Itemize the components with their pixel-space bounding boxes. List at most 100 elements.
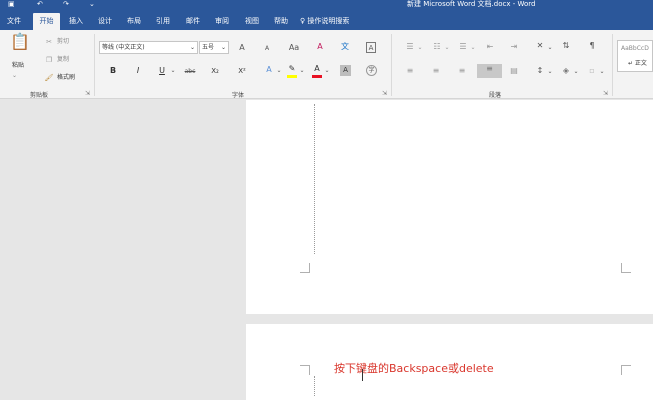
chevron-down-icon[interactable]: ⌄ — [547, 43, 553, 53]
chevron-down-icon[interactable]: ⌄ — [324, 66, 330, 76]
save-icon[interactable]: ▣ — [8, 0, 15, 9]
strikethrough-button[interactable]: abc — [183, 67, 197, 77]
chevron-down-icon[interactable]: ⌄ — [599, 67, 605, 77]
chevron-down-icon[interactable]: ⌄ — [170, 66, 176, 76]
chevron-down-icon[interactable]: ⌄ — [573, 67, 579, 77]
copy-label[interactable]: 复制 — [57, 56, 69, 64]
chevron-down-icon[interactable]: ⌄ — [470, 43, 476, 53]
styles-gallery[interactable]: AaBbCcD ↵ 正文 — [617, 40, 653, 72]
font-color-bar — [312, 75, 322, 78]
customize-icon[interactable]: ⌄ — [89, 0, 95, 9]
clear-format-icon[interactable]: A — [315, 42, 325, 52]
chevron-down-icon[interactable]: ⌄ — [444, 43, 450, 53]
decrease-indent-icon[interactable]: ⇤ — [484, 42, 496, 52]
tab-layout[interactable]: 布局 — [122, 13, 146, 30]
bullets-icon[interactable]: ☰ — [404, 42, 416, 52]
chevron-down-icon[interactable]: ⌄ — [299, 66, 305, 76]
show-marks-icon[interactable]: ¶ — [586, 41, 598, 51]
style-normal-label: ↵ 正文 — [628, 60, 647, 67]
superscript-button[interactable]: X² — [236, 66, 248, 76]
page-1[interactable] — [246, 100, 653, 314]
chevron-down-icon[interactable]: ⌄ — [547, 67, 553, 77]
enclose-char-icon[interactable]: 字 — [366, 65, 377, 76]
margin-corner — [300, 365, 310, 375]
tab-review[interactable]: 审阅 — [210, 13, 234, 30]
char-border-icon[interactable]: A — [366, 42, 376, 53]
format-painter-icon[interactable]: 🖌 — [44, 73, 54, 83]
tab-home[interactable]: 开始 — [33, 13, 60, 30]
highlight-icon[interactable]: ✎ — [287, 64, 297, 74]
paste-icon[interactable]: 📋 — [10, 34, 30, 59]
subscript-button[interactable]: X₂ — [209, 66, 221, 76]
style-preview: AaBbCcD — [621, 45, 649, 52]
font-launcher-icon[interactable]: ⇲ — [382, 90, 387, 97]
sort-icon[interactable]: ⇅ — [560, 41, 572, 51]
chevron-down-icon[interactable]: ⌄ — [417, 43, 423, 53]
ribbon: 📋 粘贴 ⌄ ✂ 剪切 ❐ 复制 🖌 格式刷 剪贴板 ⇲ 等线 (中文正文) ⌄… — [0, 30, 653, 99]
change-case-icon[interactable]: Aa — [287, 43, 301, 53]
margin-corner — [621, 365, 631, 375]
shading-icon[interactable]: ◈ — [560, 66, 572, 76]
clipboard-launcher-icon[interactable]: ⇲ — [85, 90, 90, 97]
copy-icon[interactable]: ❐ — [44, 55, 54, 65]
redo-icon[interactable]: ↷ — [63, 0, 69, 9]
ribbon-tabs: 文件 开始 插入 设计 布局 引用 邮件 审阅 视图 帮助 ♀ 操作说明搜索 — [0, 10, 653, 30]
tell-me-search[interactable]: ♀ 操作说明搜索 — [300, 13, 366, 30]
font-name-value: 等线 (中文正文) — [102, 44, 145, 51]
tab-file[interactable]: 文件 — [3, 13, 25, 30]
italic-button[interactable]: I — [133, 66, 143, 76]
tab-insert[interactable]: 插入 — [64, 13, 88, 30]
shrink-font-icon[interactable]: A — [262, 44, 272, 54]
align-left-icon[interactable]: ≡ — [404, 66, 416, 76]
phonetic-guide-icon[interactable]: 文 — [340, 42, 350, 52]
cut-icon[interactable]: ✂ — [44, 37, 54, 47]
text-cursor — [362, 369, 367, 381]
font-size-combo[interactable]: 五号 ⌄ — [199, 41, 229, 54]
tab-help[interactable]: 帮助 — [269, 13, 293, 30]
align-right-icon[interactable]: ≡ — [456, 66, 468, 76]
bold-button[interactable]: B — [108, 66, 118, 76]
justify-icon[interactable]: ≡ — [477, 64, 502, 78]
tab-mailings[interactable]: 邮件 — [181, 13, 205, 30]
separator — [94, 34, 95, 96]
clipboard-group-label: 剪贴板 — [30, 92, 49, 99]
grow-font-icon[interactable]: A — [237, 43, 247, 53]
tab-references[interactable]: 引用 — [151, 13, 175, 30]
chinese-layout-icon[interactable]: ✕ — [534, 41, 546, 51]
highlight-color-bar — [287, 75, 297, 78]
document-text[interactable]: 按下键盘的Backspace或delete — [334, 360, 494, 376]
tab-design[interactable]: 设计 — [93, 13, 117, 30]
chevron-down-icon: ⌄ — [189, 44, 195, 51]
margin-corner — [300, 263, 310, 273]
multilevel-list-icon[interactable]: ☰ — [457, 42, 469, 52]
format-painter-label[interactable]: 格式刷 — [57, 74, 75, 82]
underline-button[interactable]: U — [157, 66, 167, 76]
align-center-icon[interactable]: ≡ — [430, 66, 442, 76]
chevron-down-icon[interactable]: ⌄ — [276, 66, 282, 76]
cut-label[interactable]: 剪切 — [57, 38, 69, 46]
char-shading-icon[interactable]: A — [340, 65, 351, 76]
separator — [612, 34, 613, 96]
increase-indent-icon[interactable]: ⇥ — [508, 42, 520, 52]
text-effects-icon[interactable]: A — [264, 65, 274, 75]
lightbulb-icon: ♀ — [300, 17, 306, 25]
font-color-icon[interactable]: A — [312, 64, 322, 74]
font-name-combo[interactable]: 等线 (中文正文) ⌄ — [99, 41, 198, 54]
paste-dropdown-icon[interactable]: ⌄ — [12, 72, 17, 80]
distributed-icon[interactable]: ▤ — [508, 66, 520, 76]
separator — [391, 34, 392, 96]
numbering-icon[interactable]: ☷ — [431, 42, 443, 52]
text-boundary — [314, 376, 315, 396]
window-title: 新建 Microsoft Word 文档.docx - Word — [407, 0, 536, 8]
paste-label[interactable]: 粘贴 — [12, 62, 24, 70]
paragraph-launcher-icon[interactable]: ⇲ — [603, 90, 608, 97]
undo-icon[interactable]: ↶ — [37, 0, 43, 9]
text-boundary — [314, 104, 315, 254]
title-bar: ▣ ↶ ↷ ⌄ 新建 Microsoft Word 文档.docx - Word — [0, 0, 653, 10]
tell-me-label: 操作说明搜索 — [307, 17, 350, 25]
line-spacing-icon[interactable]: ↕ — [534, 66, 546, 76]
font-group-label: 字体 — [232, 92, 245, 99]
tab-view[interactable]: 视图 — [240, 13, 264, 30]
font-size-value: 五号 — [202, 44, 215, 51]
borders-icon[interactable]: ▫ — [586, 66, 598, 76]
